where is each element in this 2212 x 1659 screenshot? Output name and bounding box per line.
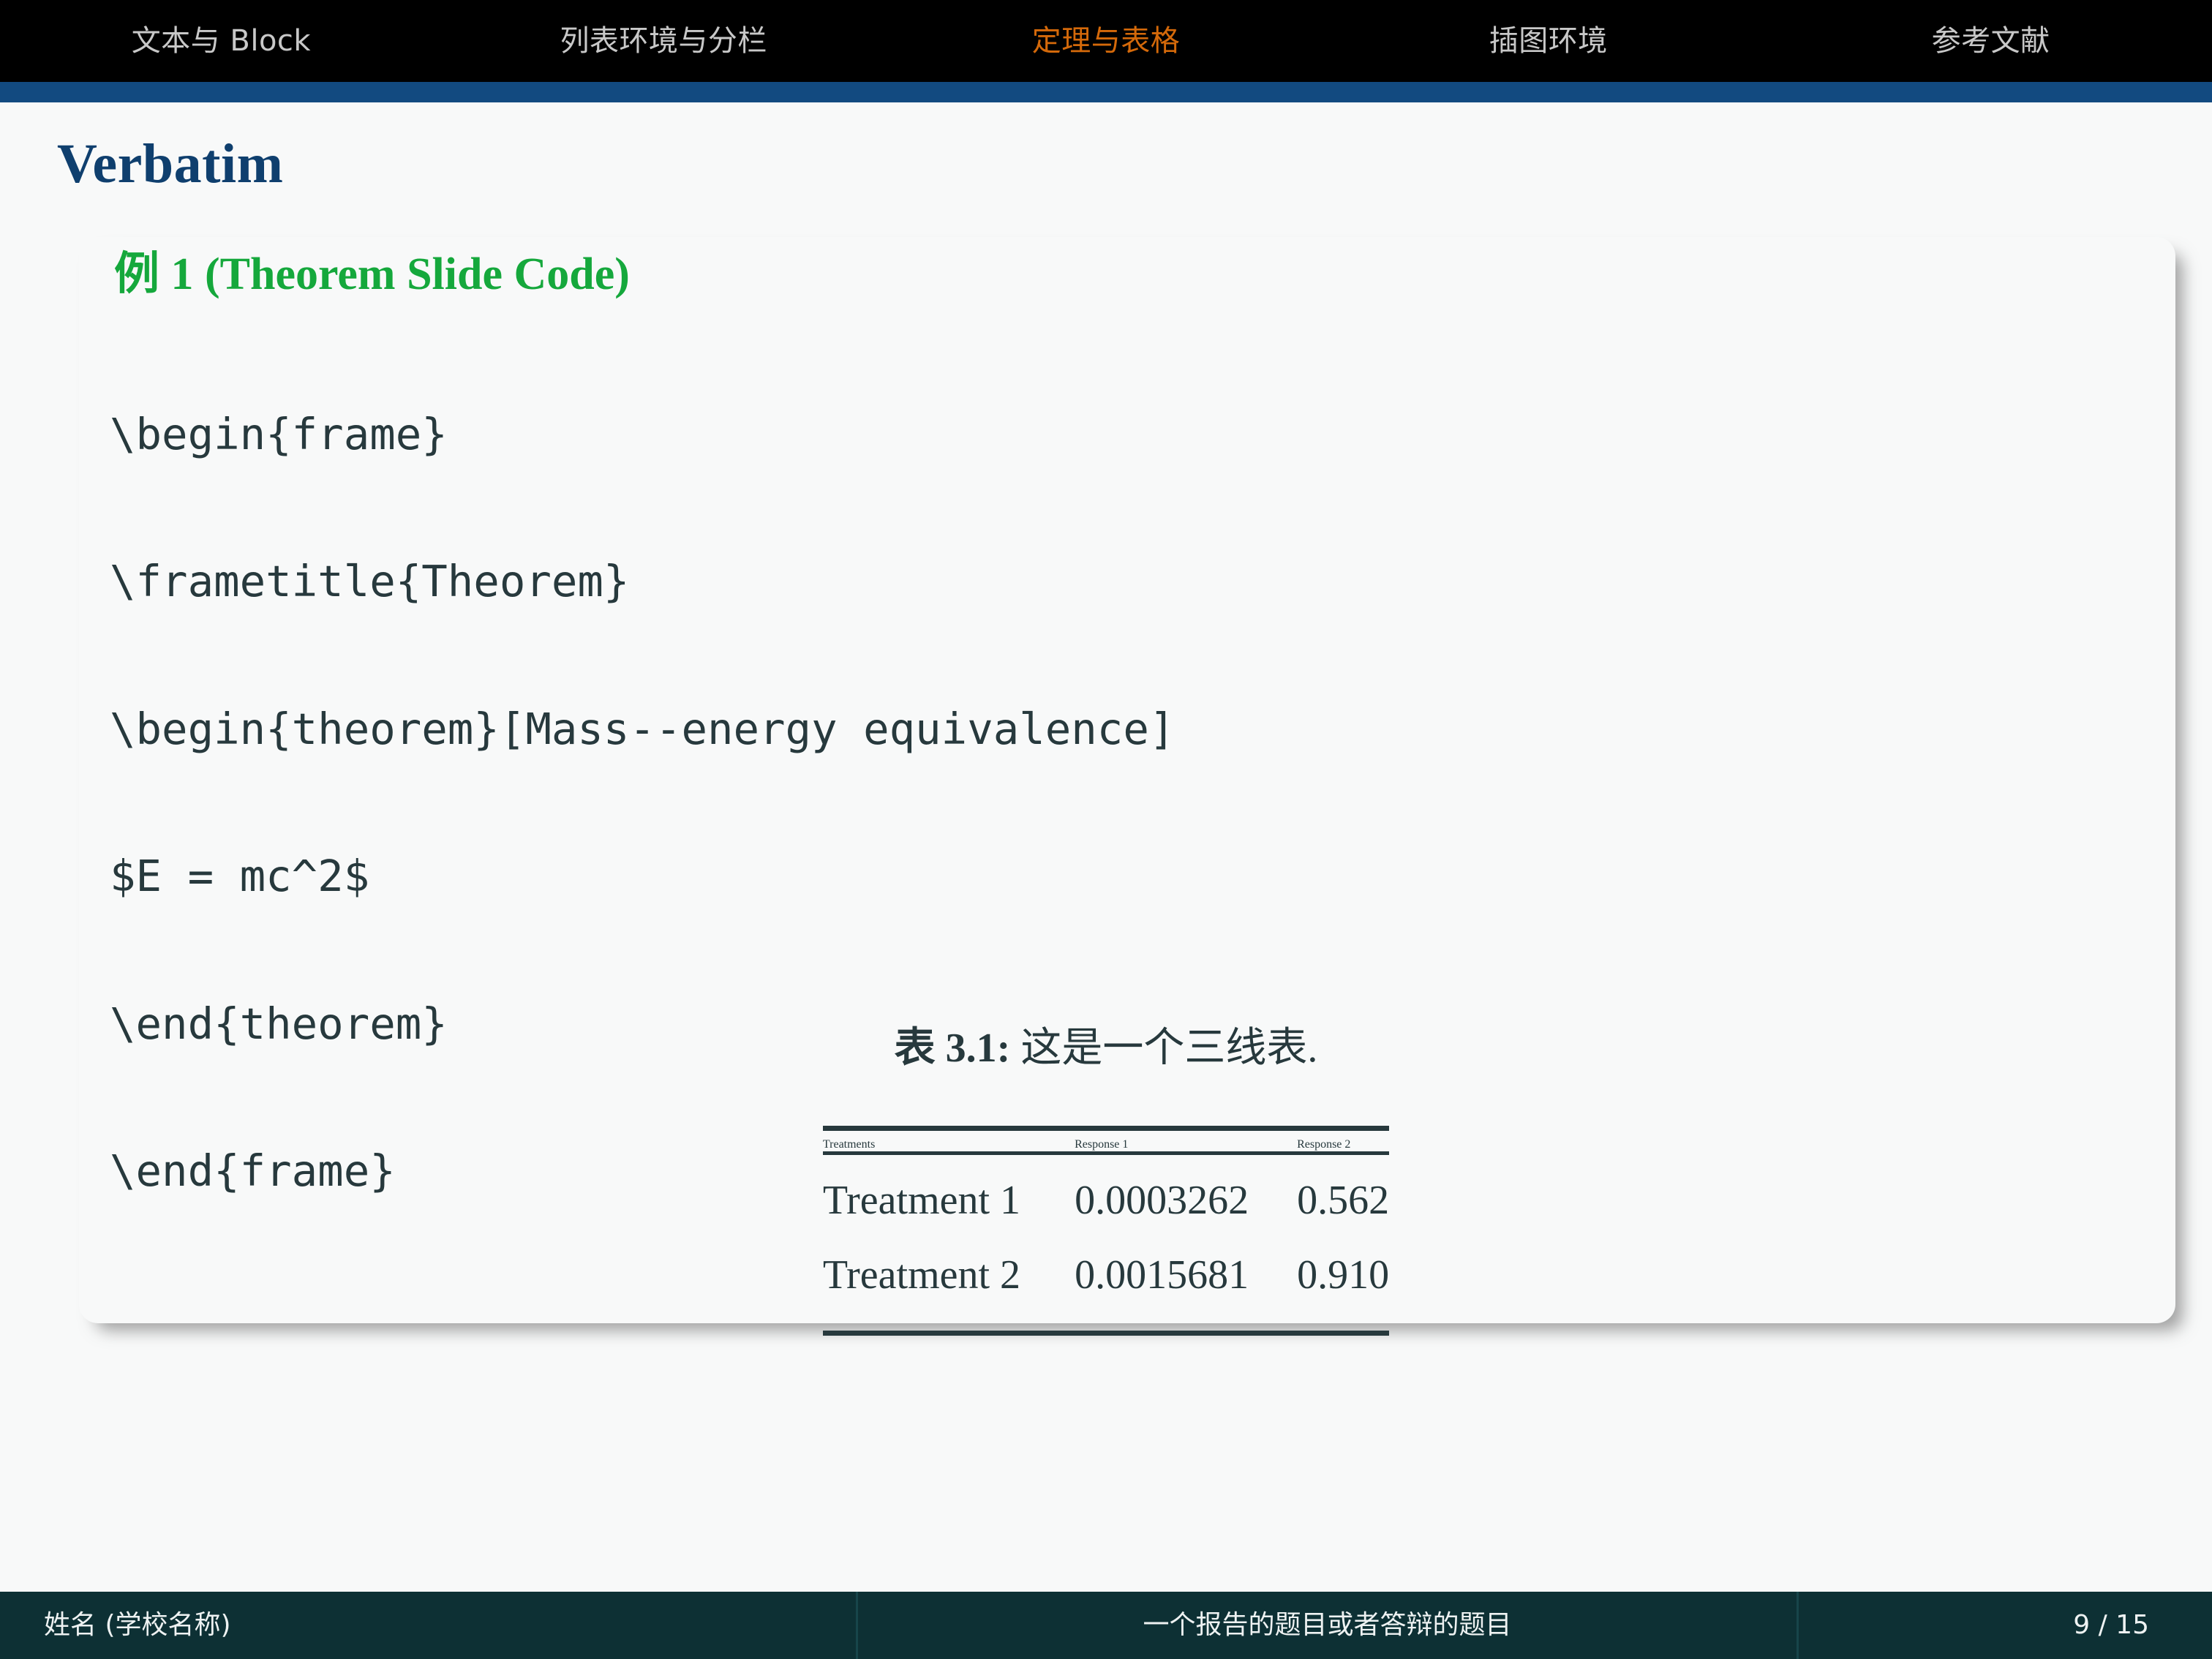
table-caption-label: 表 3.1: <box>894 1026 1011 1071</box>
code-line: \begin{theorem}[Mass--energy equivalence… <box>110 703 1175 754</box>
footer-title: 一个报告的题目或者答辩的题目 <box>856 1592 1799 1659</box>
table-bottom-rule <box>822 1331 1390 1336</box>
beamer-slide: 文本与 Block 列表环境与分栏 定理与表格 插图环境 参考文献 Verbat… <box>0 0 2212 1659</box>
table-cell-response-2: 0.562 <box>1297 1178 1390 1224</box>
slide-footer: 姓名 (学校名称) 一个报告的题目或者答辩的题目 9 / 15 <box>0 1592 2212 1659</box>
table-bottom-spacer <box>823 1312 1389 1331</box>
table-cell-treatment: Treatment 2 <box>822 1252 1021 1298</box>
table-row: Treatment 2 0.0015681 0.910 <box>823 1237 1389 1312</box>
table-row: Treatment 1 0.0003262 0.562 <box>823 1162 1389 1237</box>
nav-item-figure-environments[interactable]: 插图环境 <box>1327 26 1769 56</box>
table-header-treatments: Treatments <box>822 1138 876 1151</box>
table-caption-text: 这是一个三线表. <box>1020 1026 1318 1071</box>
table-section: 表 3.1: 这是一个三线表. Treatments Response 1 Re… <box>0 1024 2212 1336</box>
nav-item-references[interactable]: 参考文献 <box>1769 26 2212 56</box>
table-caption: 表 3.1: 这是一个三线表. <box>0 1024 2212 1073</box>
table-cell-response-1: 0.0015681 <box>1075 1252 1249 1298</box>
nav-item-theorems-and-tables[interactable]: 定理与表格 <box>885 26 1328 56</box>
code-line: $E = mc^2$ <box>110 851 370 902</box>
table-cell-response-1: 0.0003262 <box>1075 1178 1249 1224</box>
footer-page-number: 9 / 15 <box>2073 1610 2149 1640</box>
table-top-rule <box>822 1126 1390 1132</box>
frame-title: Verbatim <box>57 133 284 195</box>
navigation-accent-rule <box>0 82 2212 102</box>
table-cell-treatment: Treatment 1 <box>822 1178 1021 1224</box>
nav-item-text-and-block[interactable]: 文本与 Block <box>0 26 443 56</box>
nav-item-list-environments[interactable]: 列表环境与分栏 <box>443 26 885 56</box>
table-header-response-1: Response 1 <box>1075 1138 1129 1151</box>
table-top-spacer <box>823 1131 1389 1138</box>
section-navigation-bar: 文本与 Block 列表环境与分栏 定理与表格 插图环境 参考文献 <box>0 0 2212 82</box>
example-block-title: 例 1 (Theorem Slide Code) <box>114 249 630 299</box>
footer-author: 姓名 (学校名称) <box>44 1610 231 1640</box>
table-body-spacer <box>823 1155 1389 1162</box>
code-line: \begin{frame} <box>110 408 448 459</box>
code-line: \frametitle{Theorem} <box>110 556 630 607</box>
booktabs-table: Treatments Response 1 Response 2 Treatme… <box>822 1126 1390 1336</box>
table-header-row: Treatments Response 1 Response 2 <box>823 1138 1389 1151</box>
table-header-response-2: Response 2 <box>1297 1138 1351 1151</box>
table-cell-response-2: 0.910 <box>1297 1252 1390 1298</box>
